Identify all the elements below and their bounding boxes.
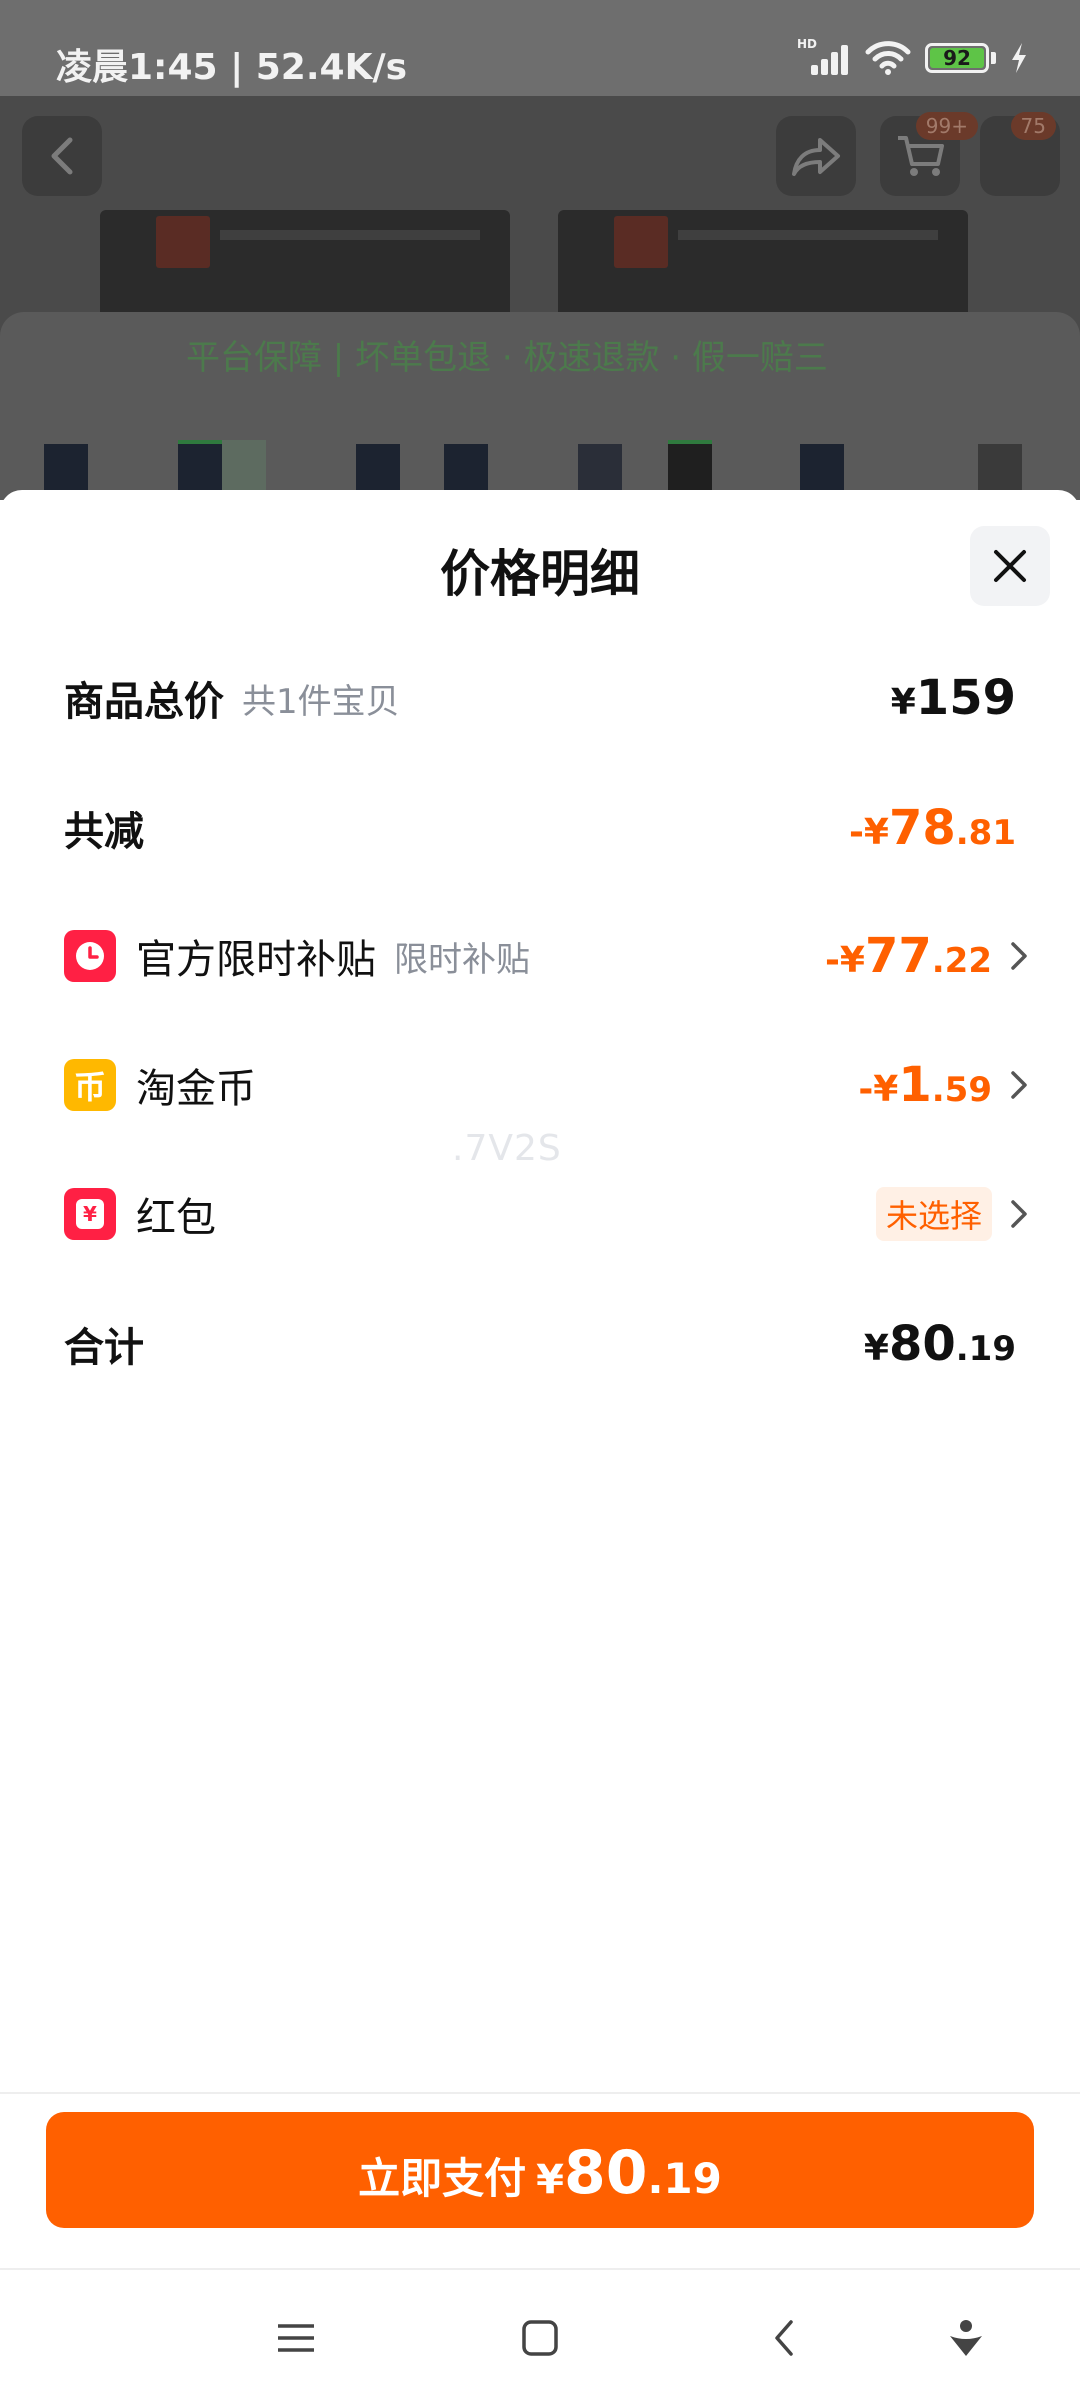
- red-packet-icon: ¥: [64, 1188, 116, 1240]
- chevron-right-icon: [1011, 1071, 1027, 1099]
- clock-icon: [64, 930, 116, 982]
- screen: 99+ 75 平台保障 | 坏单包退 · 极速退款 · 假一赔三 凌晨1:45 …: [0, 0, 1080, 2400]
- battery-icon: 92: [925, 43, 989, 73]
- home-nav-button[interactable]: [510, 2310, 570, 2366]
- menu-icon: [278, 2324, 314, 2352]
- charging-bolt-icon: [1012, 43, 1026, 73]
- row-taojinbi[interactable]: 币 淘金币 -¥ 1 .59: [64, 1045, 1034, 1125]
- back-nav-button[interactable]: [754, 2310, 814, 2366]
- sku-swatch: [444, 444, 488, 494]
- coin-icon: 币: [64, 1059, 116, 1111]
- chevron-right-icon: [1011, 1200, 1027, 1228]
- chevron-right-icon: [1011, 942, 1027, 970]
- sku-swatch: [356, 444, 400, 494]
- sku-swatch: [222, 440, 266, 490]
- wifi-icon: [865, 41, 911, 75]
- row-red-packet[interactable]: ¥ 红包 未选择: [64, 1174, 1034, 1254]
- cellular-signal-icon: HD: [797, 37, 851, 75]
- status-time-speed: 凌晨1:45 | 52.4K/s: [56, 47, 408, 88]
- message-button[interactable]: 75: [980, 112, 1060, 196]
- back-arrow-icon: [51, 137, 73, 175]
- assistant-icon: [950, 2320, 982, 2356]
- sku-swatch: [178, 444, 222, 494]
- back-triangle-icon: [775, 2320, 793, 2356]
- coin-amount: -¥ 1 .59: [858, 1057, 992, 1113]
- system-nav-bar: [0, 2270, 1080, 2400]
- sku-swatch: [578, 444, 622, 494]
- row-label: 商品总价: [64, 679, 224, 725]
- row-label: 官方限时补贴: [136, 937, 376, 983]
- service-guarantee-text: 平台保障 | 坏单包退 · 极速退款 · 假一赔三: [186, 338, 828, 378]
- pay-button-label: 立即支付: [358, 2154, 527, 2203]
- sku-swatch: [978, 444, 1022, 494]
- row-label: 淘金币: [136, 1066, 256, 1112]
- sku-swatch: [44, 444, 88, 494]
- menu-nav-button[interactable]: [266, 2310, 326, 2366]
- row-label: 红包: [136, 1195, 216, 1241]
- close-icon: [994, 550, 1026, 582]
- row-total-reduction: 共减 -¥ 78 .81: [64, 788, 1016, 868]
- row-total-price: 商品总价 共1件宝贝 ¥ 159: [64, 658, 1016, 738]
- divider: [0, 2092, 1080, 2094]
- watermark-text: .7V2S: [452, 1128, 562, 1169]
- cart-badge: 99+: [915, 112, 978, 140]
- close-button[interactable]: [970, 526, 1050, 606]
- background-product-page: 99+ 75 平台保障 | 坏单包退 · 极速退款 · 假一赔三 凌晨1:45 …: [0, 0, 1080, 500]
- row-grand-total: 合计 ¥ 80 .19: [64, 1304, 1016, 1384]
- cart-button[interactable]: 99+: [880, 112, 978, 196]
- item-count: 共1件宝贝: [242, 681, 400, 722]
- share-button[interactable]: [776, 116, 856, 196]
- sheet-title: 价格明细: [440, 545, 640, 603]
- sku-swatch: [668, 444, 712, 494]
- subsidy-amount: -¥ 77 .22: [824, 928, 992, 984]
- assistant-nav-button[interactable]: [936, 2310, 996, 2366]
- total-price-amount: ¥ 159: [890, 670, 1016, 726]
- back-button[interactable]: [22, 116, 102, 196]
- row-label: 共减: [64, 809, 144, 855]
- pay-now-button[interactable]: 立即支付 ¥ 80 .19: [46, 2112, 1034, 2228]
- row-label: 合计: [64, 1325, 144, 1371]
- sku-swatch: [800, 444, 844, 494]
- message-badge: 75: [1010, 112, 1056, 140]
- status-bar: 凌晨1:45 | 52.4K/s HD 92: [0, 0, 1080, 96]
- row-official-subsidy[interactable]: 官方限时补贴 限时补贴 -¥ 77 .22: [64, 916, 1034, 996]
- red-packet-status: 未选择: [875, 1187, 992, 1241]
- share-icon: [792, 138, 840, 176]
- grand-total-amount: ¥ 80 .19: [863, 1316, 1016, 1372]
- home-square-icon: [522, 2320, 558, 2356]
- subsidy-tag: 限时补贴: [394, 939, 530, 980]
- reduction-amount: -¥ 78 .81: [848, 800, 1016, 856]
